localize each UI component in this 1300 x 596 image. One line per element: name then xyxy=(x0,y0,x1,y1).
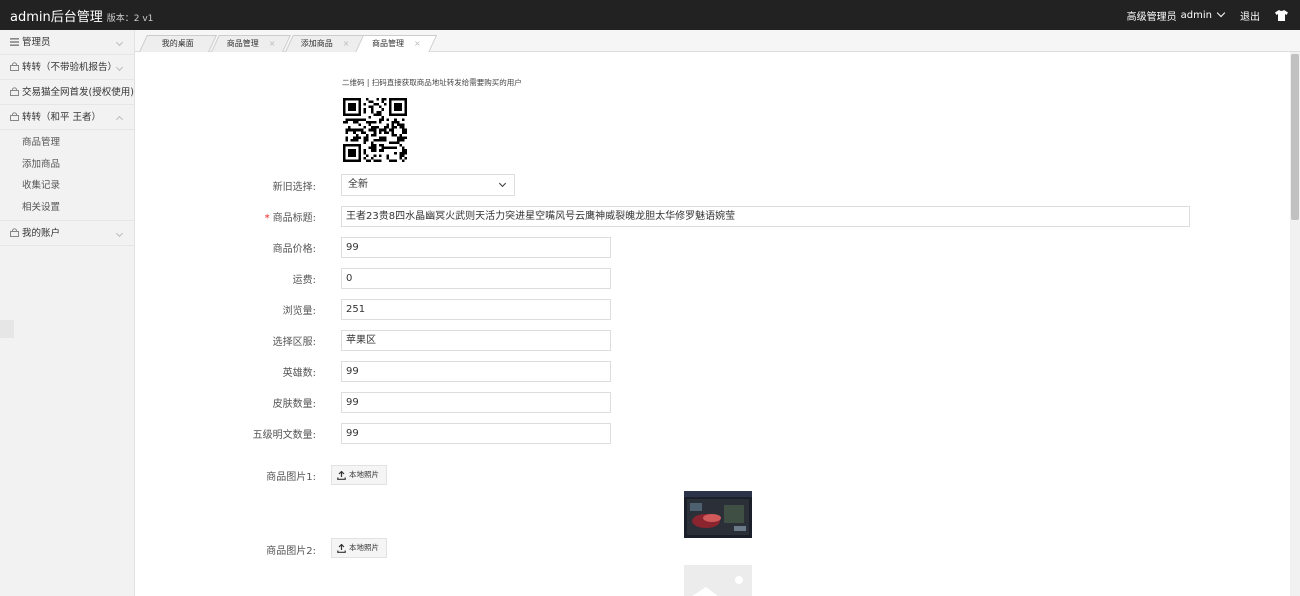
sidebar-menu: 管理员 转转（不带验机报告） 交易猫全网首发(授权使用) 转转（和平 王者） xyxy=(0,30,134,130)
username: admin xyxy=(1180,9,1212,21)
shipping-input[interactable]: 0 xyxy=(341,268,611,289)
sidebar-subitem-add-product[interactable]: 添加商品 xyxy=(0,154,134,176)
lock-icon xyxy=(10,56,19,71)
sidebar-item-label: 管理员 xyxy=(22,37,51,48)
title-input[interactable]: 王者23贵8四水晶幽冥火武则天活力突进星空嘴风号云鹰神威裂魄龙胆太华修罗魅语婉莹 xyxy=(341,206,1190,227)
list-icon xyxy=(10,31,19,46)
tab-label: 添加商品 xyxy=(300,39,333,48)
price-label: 商品价格: xyxy=(272,244,316,255)
close-icon[interactable]: × xyxy=(268,36,275,52)
logout-link[interactable]: 退出 xyxy=(1240,8,1260,23)
tab-product-manage-1[interactable]: 商品管理 × xyxy=(211,35,291,52)
tab-bar: 我的桌面 商品管理 × 添加商品 × 商品管理 × xyxy=(135,30,1300,53)
upload-icon xyxy=(337,471,346,480)
scrollbar-thumb[interactable] xyxy=(1291,54,1299,220)
chevron-down-icon xyxy=(498,179,507,188)
sidebar-subitem-settings[interactable]: 相关设置 xyxy=(0,197,134,219)
views-label: 浏览量: xyxy=(282,306,316,317)
price-input[interactable]: 99 xyxy=(341,237,611,258)
tab-label: 商品管理 xyxy=(371,39,404,48)
close-icon[interactable]: × xyxy=(342,36,349,52)
sidebar-item-jiaoyimao[interactable]: 交易猫全网首发(授权使用) xyxy=(0,80,134,105)
lock-icon xyxy=(10,222,19,237)
close-icon[interactable]: × xyxy=(414,36,421,52)
sidebar-subitem-product-manage[interactable]: 商品管理 xyxy=(0,132,134,154)
version-label: 版本：2 v1 xyxy=(106,14,154,24)
sidebar-item-label: 交易猫全网首发(授权使用) xyxy=(22,87,134,98)
lock-icon xyxy=(10,106,19,121)
sidebar-mini-handle[interactable] xyxy=(0,320,14,338)
tab-add-product[interactable]: 添加商品 × xyxy=(285,35,365,52)
views-input[interactable]: 251 xyxy=(341,299,611,320)
brand-title: admin后台管理 xyxy=(10,10,103,25)
inscriptions-label: 五级明文数量: xyxy=(252,430,316,441)
sidebar-item-label: 转转（不带验机报告） xyxy=(22,62,118,73)
sidebar: 管理员 转转（不带验机报告） 交易猫全网首发(授权使用) 转转（和平 王者） 商… xyxy=(0,30,135,596)
top-header: admin后台管理 版本：2 v1 高级管理员 admin 退出 xyxy=(0,0,1300,30)
upload-label: 本地照片 xyxy=(349,470,379,479)
lock-icon xyxy=(10,81,19,96)
tab-label: 我的桌面 xyxy=(161,39,194,48)
image1-upload-button[interactable]: 本地照片 xyxy=(331,465,387,485)
brand[interactable]: admin后台管理 版本：2 v1 xyxy=(10,6,153,25)
chevron-down-icon xyxy=(115,38,124,47)
image-placeholder-icon xyxy=(692,576,743,596)
inscriptions-input[interactable]: 99 xyxy=(341,423,611,444)
server-input[interactable]: 苹果区 xyxy=(341,330,611,351)
tshirt-icon[interactable] xyxy=(1274,9,1288,21)
sidebar-item-label: 我的账户 xyxy=(22,228,61,239)
upload-label: 本地照片 xyxy=(349,543,379,552)
skins-input[interactable]: 99 xyxy=(341,392,611,413)
condition-value: 全新 xyxy=(348,179,368,190)
sidebar-subitem-collection-records[interactable]: 收集记录 xyxy=(0,175,134,197)
chevron-down-icon xyxy=(115,63,124,72)
title-label-text: 商品标题: xyxy=(272,213,316,224)
chevron-down-icon xyxy=(115,229,124,238)
upload-icon xyxy=(337,544,346,553)
sidebar-menu-bottom: 我的账户 xyxy=(0,221,134,246)
required-marker: * xyxy=(264,213,270,224)
heroes-input[interactable]: 99 xyxy=(341,361,611,382)
user-menu[interactable]: admin xyxy=(1180,8,1226,21)
shipping-label: 运费: xyxy=(292,275,316,286)
sidebar-item-label: 转转（和平 王者） xyxy=(22,112,102,123)
title-label: * 商品标题: xyxy=(166,209,316,224)
role-label: 高级管理员 xyxy=(1126,11,1177,23)
skins-label: 皮肤数量: xyxy=(272,399,316,410)
sidebar-item-admins[interactable]: 管理员 xyxy=(0,30,134,55)
tab-desktop[interactable]: 我的桌面 xyxy=(139,35,217,52)
sidebar-item-zhuanzhuan-games[interactable]: 转转（和平 王者） xyxy=(0,105,134,130)
image1-label: 商品图片1: xyxy=(266,472,316,483)
header-right: 高级管理员 admin 退出 xyxy=(1127,0,1300,30)
condition-label: 新旧选择: xyxy=(272,182,316,193)
sidebar-submenu: 商品管理 添加商品 收集记录 相关设置 xyxy=(0,130,134,221)
image2-upload-button[interactable]: 本地照片 xyxy=(331,538,387,558)
product-image-2-preview[interactable] xyxy=(684,565,752,596)
chevron-down-icon xyxy=(1216,8,1226,18)
qr-caption: 二维码 | 扫码直接获取商品地址转发给需要购买的用户 xyxy=(342,78,522,87)
tab-label: 商品管理 xyxy=(226,39,259,48)
qr-code-icon xyxy=(343,98,407,162)
condition-select[interactable]: 全新 xyxy=(341,174,515,196)
tab-product-manage-2[interactable]: 商品管理 × xyxy=(354,35,438,53)
sidebar-item-zhuanzhuan-no-report[interactable]: 转转（不带验机报告） xyxy=(0,55,134,80)
server-label: 选择区服: xyxy=(272,337,316,348)
heroes-label: 英雄数: xyxy=(282,368,316,379)
sidebar-item-my-account[interactable]: 我的账户 xyxy=(0,221,134,246)
chevron-up-icon xyxy=(115,115,124,124)
image2-label: 商品图片2: xyxy=(266,546,316,557)
product-image-1-preview[interactable] xyxy=(684,491,752,538)
